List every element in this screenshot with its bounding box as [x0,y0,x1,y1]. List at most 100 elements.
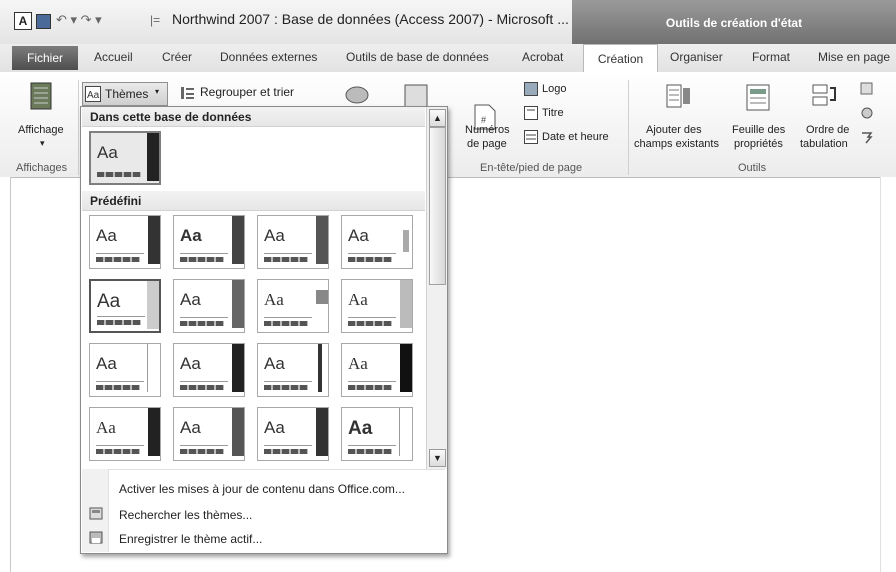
theme-color-bar [180,449,224,454]
tab-donnees-externes[interactable]: Données externes [220,50,317,64]
theme-color-bar [96,449,140,454]
tab-creer[interactable]: Créer [162,50,192,64]
qat-customize-icon[interactable]: |= [150,13,160,31]
theme-thumbnail[interactable]: Aa [89,407,161,461]
menu-item-save-theme[interactable]: Enregistrer le thème actif... [83,527,443,551]
theme-sample-text: Aa [264,226,285,245]
theme-accent-strip [403,230,409,252]
menu-item-browse-themes[interactable]: Rechercher les thèmes... [83,503,443,527]
theme-color-bar [96,257,140,262]
property-sheet-label-1[interactable]: Feuille des [732,124,785,136]
affichage-dropdown-icon[interactable]: ▾ [40,138,45,149]
title-button[interactable]: Titre [542,107,564,119]
logo-icon [524,82,538,96]
theme-accent-strip [232,408,244,456]
theme-accent-strip [232,280,244,328]
theme-thumbnail[interactable]: Aa [89,279,161,333]
theme-color-bar [264,321,308,326]
save-icon[interactable] [36,14,51,29]
property-sheet-label-2[interactable]: propriétés [734,138,783,150]
theme-rule [180,317,228,318]
theme-sample-text: Aa [180,418,201,437]
group-affichages: Affichages [16,162,68,174]
tab-acrobat[interactable]: Acrobat [522,50,563,64]
group-outils: Outils [738,162,767,174]
theme-sample-text: Aa [96,226,117,245]
theme-thumbnail[interactable]: Aa [173,279,245,333]
svg-text:Aa: Aa [87,90,100,101]
theme-sample-text: Aa [348,290,368,309]
theme-rule [348,445,396,446]
theme-rule [180,381,228,382]
tab-format[interactable]: Format [752,50,790,64]
theme-thumbnail[interactable]: Aa [173,215,245,269]
themes-button[interactable]: Aa Thèmes ▾ [82,82,168,106]
page-numbers-label-1[interactable]: Numéros [465,124,510,136]
tab-creation[interactable]: Création [583,44,658,73]
group-separator [78,80,79,175]
theme-thumbnail[interactable]: Aa [173,407,245,461]
theme-color-bar [97,320,141,325]
theme-color-bar [96,385,140,390]
convert-macros-icon[interactable] [860,130,874,144]
theme-thumbnail[interactable]: Aa [89,343,161,397]
themes-icon: Aa [85,86,101,102]
scroll-thumb[interactable] [429,127,446,285]
tab-accueil[interactable]: Accueil [94,50,133,64]
theme-accent-strip [232,216,244,264]
theme-rule [96,381,144,382]
theme-sample-text: Aa [180,354,201,373]
theme-rule [264,253,312,254]
theme-color-bar [348,257,392,262]
theme-color-bar [348,385,392,390]
app-icon[interactable]: A [14,12,32,30]
controls-icon [345,86,369,104]
theme-thumbnail[interactable]: Aa [257,215,329,269]
menu-item-enable-updates[interactable]: Activer les mises à jour de contenu dans… [83,477,443,501]
theme-sample-text: Aa [180,226,202,245]
theme-thumbnail[interactable]: Aa [173,343,245,397]
theme-thumbnail[interactable]: Aa [257,407,329,461]
theme-rule [264,317,312,318]
logo-button[interactable]: Logo [542,83,566,95]
scroll-up-icon[interactable]: ▲ [429,109,446,127]
regroup-sort-button[interactable]: Regrouper et trier [200,85,294,99]
tab-order-label-2[interactable]: tabulation [800,138,848,150]
tab-mise-en-page[interactable]: Mise en page [818,50,890,64]
theme-thumbnail[interactable]: Aa [341,407,413,461]
add-fields-label-1[interactable]: Ajouter des [646,124,702,136]
tab-order-label-1[interactable]: Ordre de [806,124,849,136]
theme-accent-strip [147,281,159,329]
theme-sample-text: Aa [264,290,284,309]
undo-icon[interactable]: ↶ ▾ ↷ ▾ [56,12,102,30]
theme-color-bar [348,321,392,326]
ribbon-tabs: Fichier Accueil Créer Données externes O… [0,44,896,73]
gallery-scrollbar[interactable]: ▲ ▼ [426,107,447,469]
theme-thumbnail-current[interactable]: Aa [89,131,161,185]
theme-thumbnail[interactable]: Aa [257,279,329,333]
tab-organiser[interactable]: Organiser [670,50,723,64]
theme-thumbnail[interactable]: Aa [341,279,413,333]
menu-item-label: Enregistrer le thème actif... [119,532,263,546]
theme-accent-strip [400,280,412,328]
theme-sample-text: Aa [180,290,201,309]
theme-sample-text: Aa [348,418,373,439]
theme-sample-text: Aa [264,354,285,373]
tab-fichier[interactable]: Fichier [12,46,78,70]
theme-rule [96,253,144,254]
code-icon[interactable] [860,106,874,120]
scroll-down-icon[interactable]: ▼ [429,449,446,467]
theme-thumbnail[interactable]: Aa [89,215,161,269]
subform-icon[interactable] [860,82,874,96]
date-time-button[interactable]: Date et heure [542,131,609,143]
title-bar: A ↶ ▾ ↷ ▾ |= Northwind 2007 : Base de do… [0,0,896,48]
tab-outils-base-de-donnees[interactable]: Outils de base de données [346,50,489,64]
theme-thumbnail[interactable]: Aa [341,343,413,397]
theme-thumbnail[interactable]: Aa [341,215,413,269]
affichage-button[interactable]: Affichage [18,124,64,136]
theme-thumbnail[interactable]: Aa [257,343,329,397]
page-numbers-label-2[interactable]: de page [467,138,507,150]
theme-sample-text: Aa [96,354,117,373]
property-sheet-icon [746,84,770,111]
add-fields-label-2[interactable]: champs existants [634,138,719,150]
